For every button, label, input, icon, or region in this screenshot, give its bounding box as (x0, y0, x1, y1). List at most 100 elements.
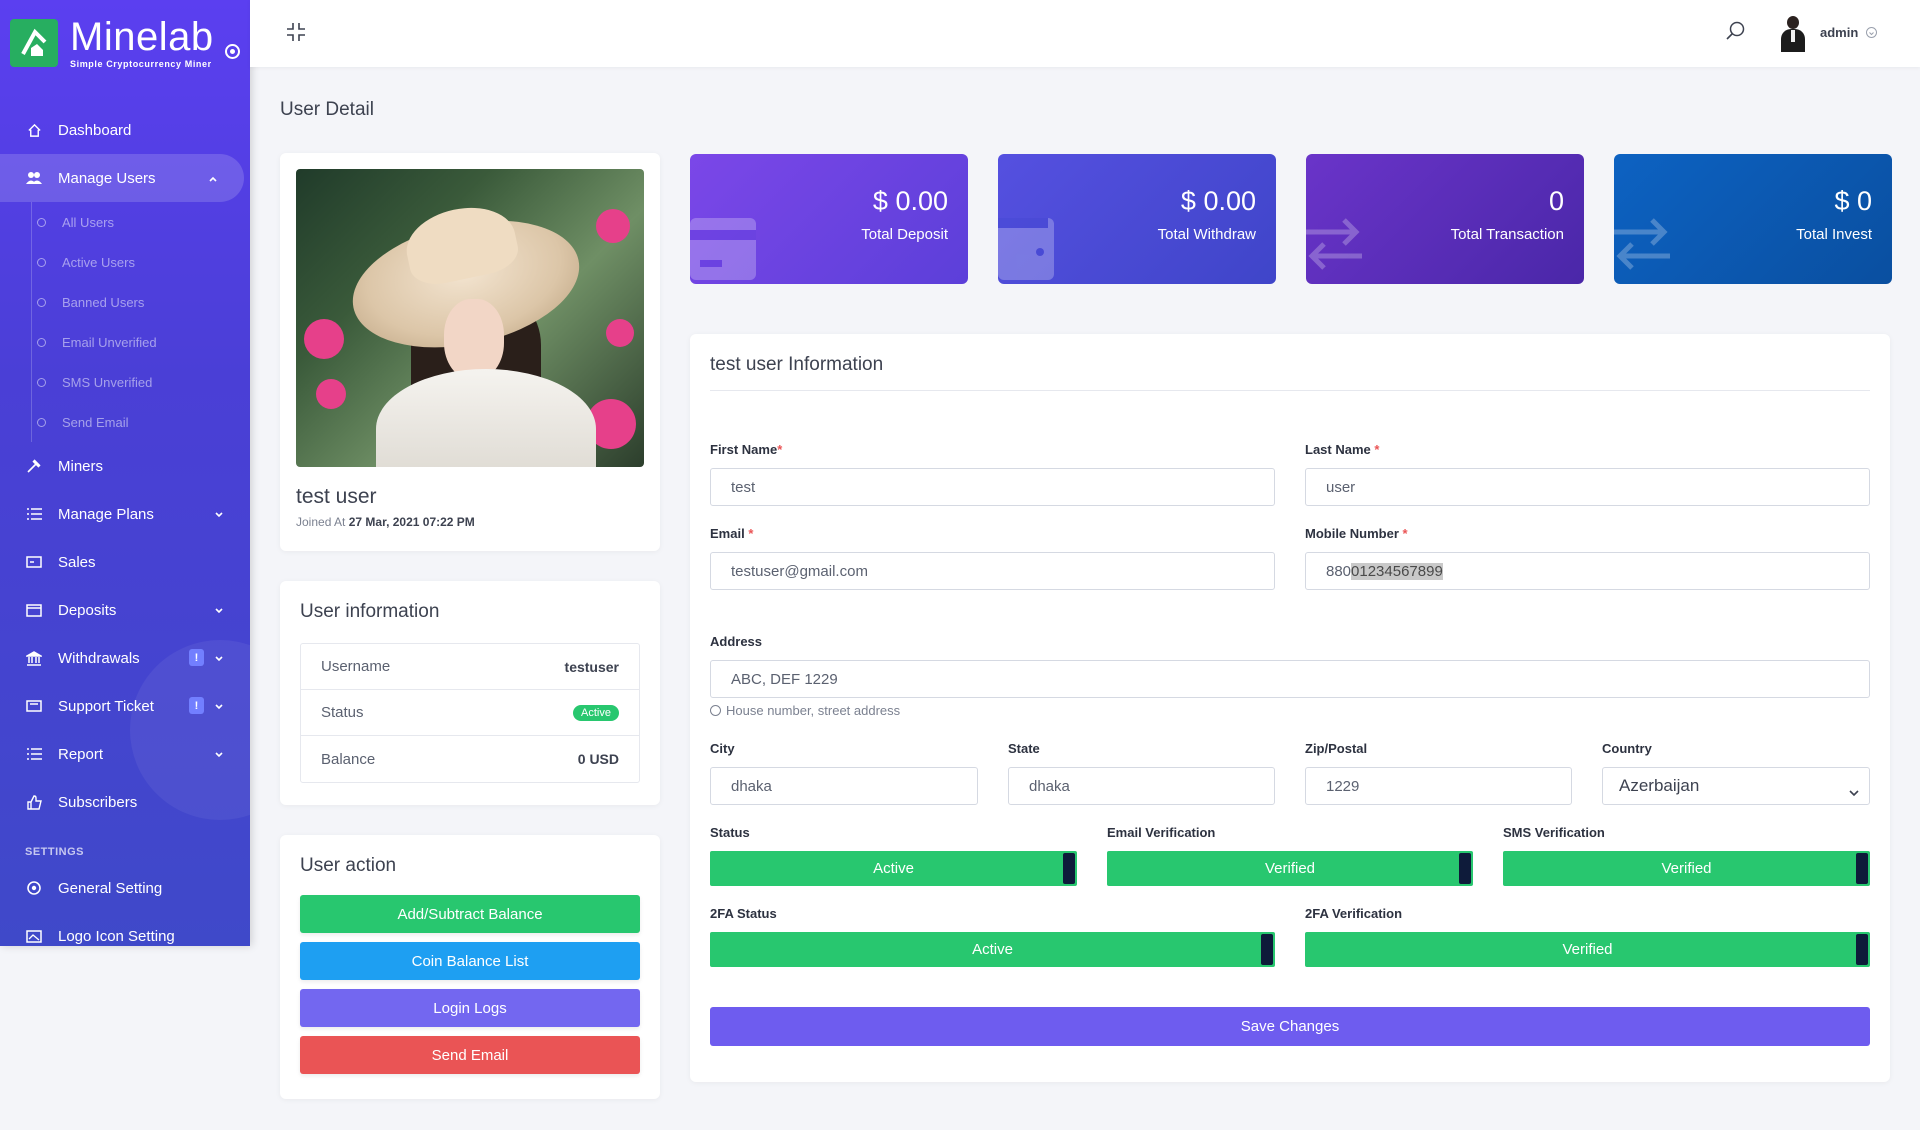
collapse-icon[interactable] (286, 22, 306, 47)
status-toggle[interactable]: Active (710, 851, 1077, 886)
sidebar-item-deposits[interactable]: Deposits (0, 586, 250, 634)
first-name-field[interactable]: test (710, 468, 1275, 506)
sidebar-subitem-label: All Users (62, 214, 115, 230)
user-info-title: User information (300, 601, 440, 622)
mobile-number-label: Mobile Number * (1305, 526, 1408, 541)
sidebar-item-dashboard[interactable]: Dashboard (0, 106, 250, 154)
info-value: 0 USD (577, 751, 619, 767)
joined-date: Joined At 27 Mar, 2021 07:22 PM (296, 515, 644, 529)
sidebar-item-logo-icon-setting[interactable]: Logo Icon Setting (0, 912, 250, 946)
2fa-verification-toggle[interactable]: Verified (1305, 932, 1870, 967)
alert-badge: ! (189, 697, 204, 714)
toggle-text: Verified (1661, 860, 1712, 877)
form-title: test user Information (710, 354, 1870, 391)
sidebar-item-withdrawals[interactable]: Withdrawals ! (0, 634, 250, 682)
sidebar-item-miners[interactable]: Miners (0, 442, 250, 490)
save-changes-button[interactable]: Save Changes (710, 1007, 1870, 1046)
first-name-label: First Name* (710, 442, 783, 457)
mobile-value: 01234567899 (1351, 562, 1443, 580)
sidebar-subitem-banned-users[interactable]: Banned Users (0, 282, 250, 322)
brand-logo[interactable]: Minelab Simple Cryptocurrency Miner (0, 0, 250, 86)
sidebar: Minelab Simple Cryptocurrency Miner Dash… (0, 0, 250, 946)
profile-card: test user Joined At 27 Mar, 2021 07:22 P… (280, 153, 660, 551)
chevron-down-icon (214, 747, 224, 764)
sidebar-item-support-ticket[interactable]: Support Ticket ! (0, 682, 250, 730)
state-field[interactable]: dhaka (1008, 767, 1275, 805)
stat-label: Total Withdraw (1157, 226, 1256, 243)
sidebar-item-general-setting[interactable]: General Setting (0, 864, 250, 912)
sidebar-subitem-send-email[interactable]: Send Email (0, 402, 250, 442)
sidebar-item-label: Subscribers (58, 793, 138, 811)
2fa-status-label: 2FA Status (710, 906, 777, 921)
sidebar-subitem-all-users[interactable]: All Users (0, 202, 250, 242)
label-text: Email (710, 526, 745, 541)
card-icon (25, 553, 43, 571)
address-label: Address (710, 634, 763, 649)
toggle-text: Verified (1562, 941, 1613, 958)
chevron-down-icon (214, 603, 224, 620)
circle-icon (37, 337, 46, 347)
toggle-knob (1063, 853, 1075, 884)
list-item: Status Active (301, 690, 639, 736)
circle-icon (37, 217, 46, 227)
email-field[interactable]: testuser@gmail.com (710, 552, 1275, 590)
sidebar-item-sales[interactable]: Sales (0, 538, 250, 586)
login-logs-button[interactable]: Login Logs (300, 989, 640, 1027)
brand-name: Minelab (70, 15, 214, 59)
circle-icon (37, 297, 46, 307)
last-name-field[interactable]: user (1305, 468, 1870, 506)
sidebar-subitem-label: SMS Unverified (62, 374, 153, 390)
mobile-prefix: 880 (1326, 562, 1352, 580)
sidebar-subitem-label: Send Email (62, 414, 129, 430)
zip-field[interactable]: 1229 (1305, 767, 1572, 805)
stat-card-total-withdraw[interactable]: $ 0.00 Total Withdraw (998, 154, 1276, 284)
sidebar-subitem-sms-unverified[interactable]: SMS Unverified (0, 362, 250, 402)
coin-balance-list-button[interactable]: Coin Balance List (300, 942, 640, 980)
sidebar-item-subscribers[interactable]: Subscribers (0, 778, 250, 826)
address-hint: House number, street address (710, 703, 900, 718)
2fa-status-toggle[interactable]: Active (710, 932, 1275, 967)
user-info-card: User information Username testuser Statu… (280, 581, 660, 805)
toggle-knob (1856, 934, 1868, 965)
stat-card-total-invest[interactable]: $ 0 Total Invest (1614, 154, 1892, 284)
sidebar-item-label: General Setting (58, 879, 163, 897)
info-label: Username (321, 658, 391, 675)
sidebar-item-label: Logo Icon Setting (58, 927, 175, 945)
sidebar-subitem-active-users[interactable]: Active Users (0, 242, 250, 282)
stat-amount: 0 (1548, 186, 1564, 216)
sidebar-item-manage-plans[interactable]: Manage Plans (0, 490, 250, 538)
toggle-knob (1856, 853, 1868, 884)
last-name-label: Last Name * (1305, 442, 1380, 457)
alert-badge: ! (189, 649, 204, 666)
email-verification-toggle[interactable]: Verified (1107, 851, 1473, 886)
country-select[interactable]: Azerbaijan (1602, 767, 1870, 805)
send-email-button[interactable]: Send Email (300, 1036, 640, 1074)
sidebar-item-manage-users[interactable]: Manage Users (0, 154, 244, 202)
sidebar-toggle-icon[interactable] (225, 44, 240, 59)
hint-text: House number, street address (726, 703, 901, 718)
hammer-icon (25, 457, 43, 475)
sidebar-item-report[interactable]: Report (0, 730, 250, 778)
user-info-list: Username testuser Status Active Balance … (300, 643, 640, 783)
sms-verification-toggle[interactable]: Verified (1503, 851, 1870, 886)
sidebar-item-label: Report (58, 745, 104, 763)
add-subtract-balance-button[interactable]: Add/Subtract Balance (300, 895, 640, 933)
settings-section-label: SETTINGS (25, 846, 85, 858)
sidebar-item-label: Manage Users (58, 169, 156, 187)
status-badge: Active (573, 704, 619, 721)
stat-card-total-transaction[interactable]: 0 Total Transaction (1306, 154, 1584, 284)
mobile-number-field[interactable]: 880 01234567899 (1305, 552, 1870, 590)
brand-tagline: Simple Cryptocurrency Miner (70, 59, 212, 69)
sidebar-subitem-label: Active Users (62, 254, 135, 270)
sidebar-subitem-email-unverified[interactable]: Email Unverified (0, 322, 250, 362)
search-icon[interactable] (1725, 20, 1747, 47)
city-field[interactable]: dhaka (710, 767, 978, 805)
stat-card-total-deposit[interactable]: $ 0.00 Total Deposit (690, 154, 968, 284)
address-field[interactable]: ABC, DEF 1229 (710, 660, 1870, 698)
profile-name: test user (296, 485, 377, 508)
user-menu[interactable]: admin (1776, 12, 1878, 52)
email-verification-label: Email Verification (1107, 825, 1216, 840)
chevron-up-icon (208, 171, 218, 188)
sidebar-item-label: Dashboard (58, 121, 132, 139)
gear-icon (25, 879, 43, 897)
